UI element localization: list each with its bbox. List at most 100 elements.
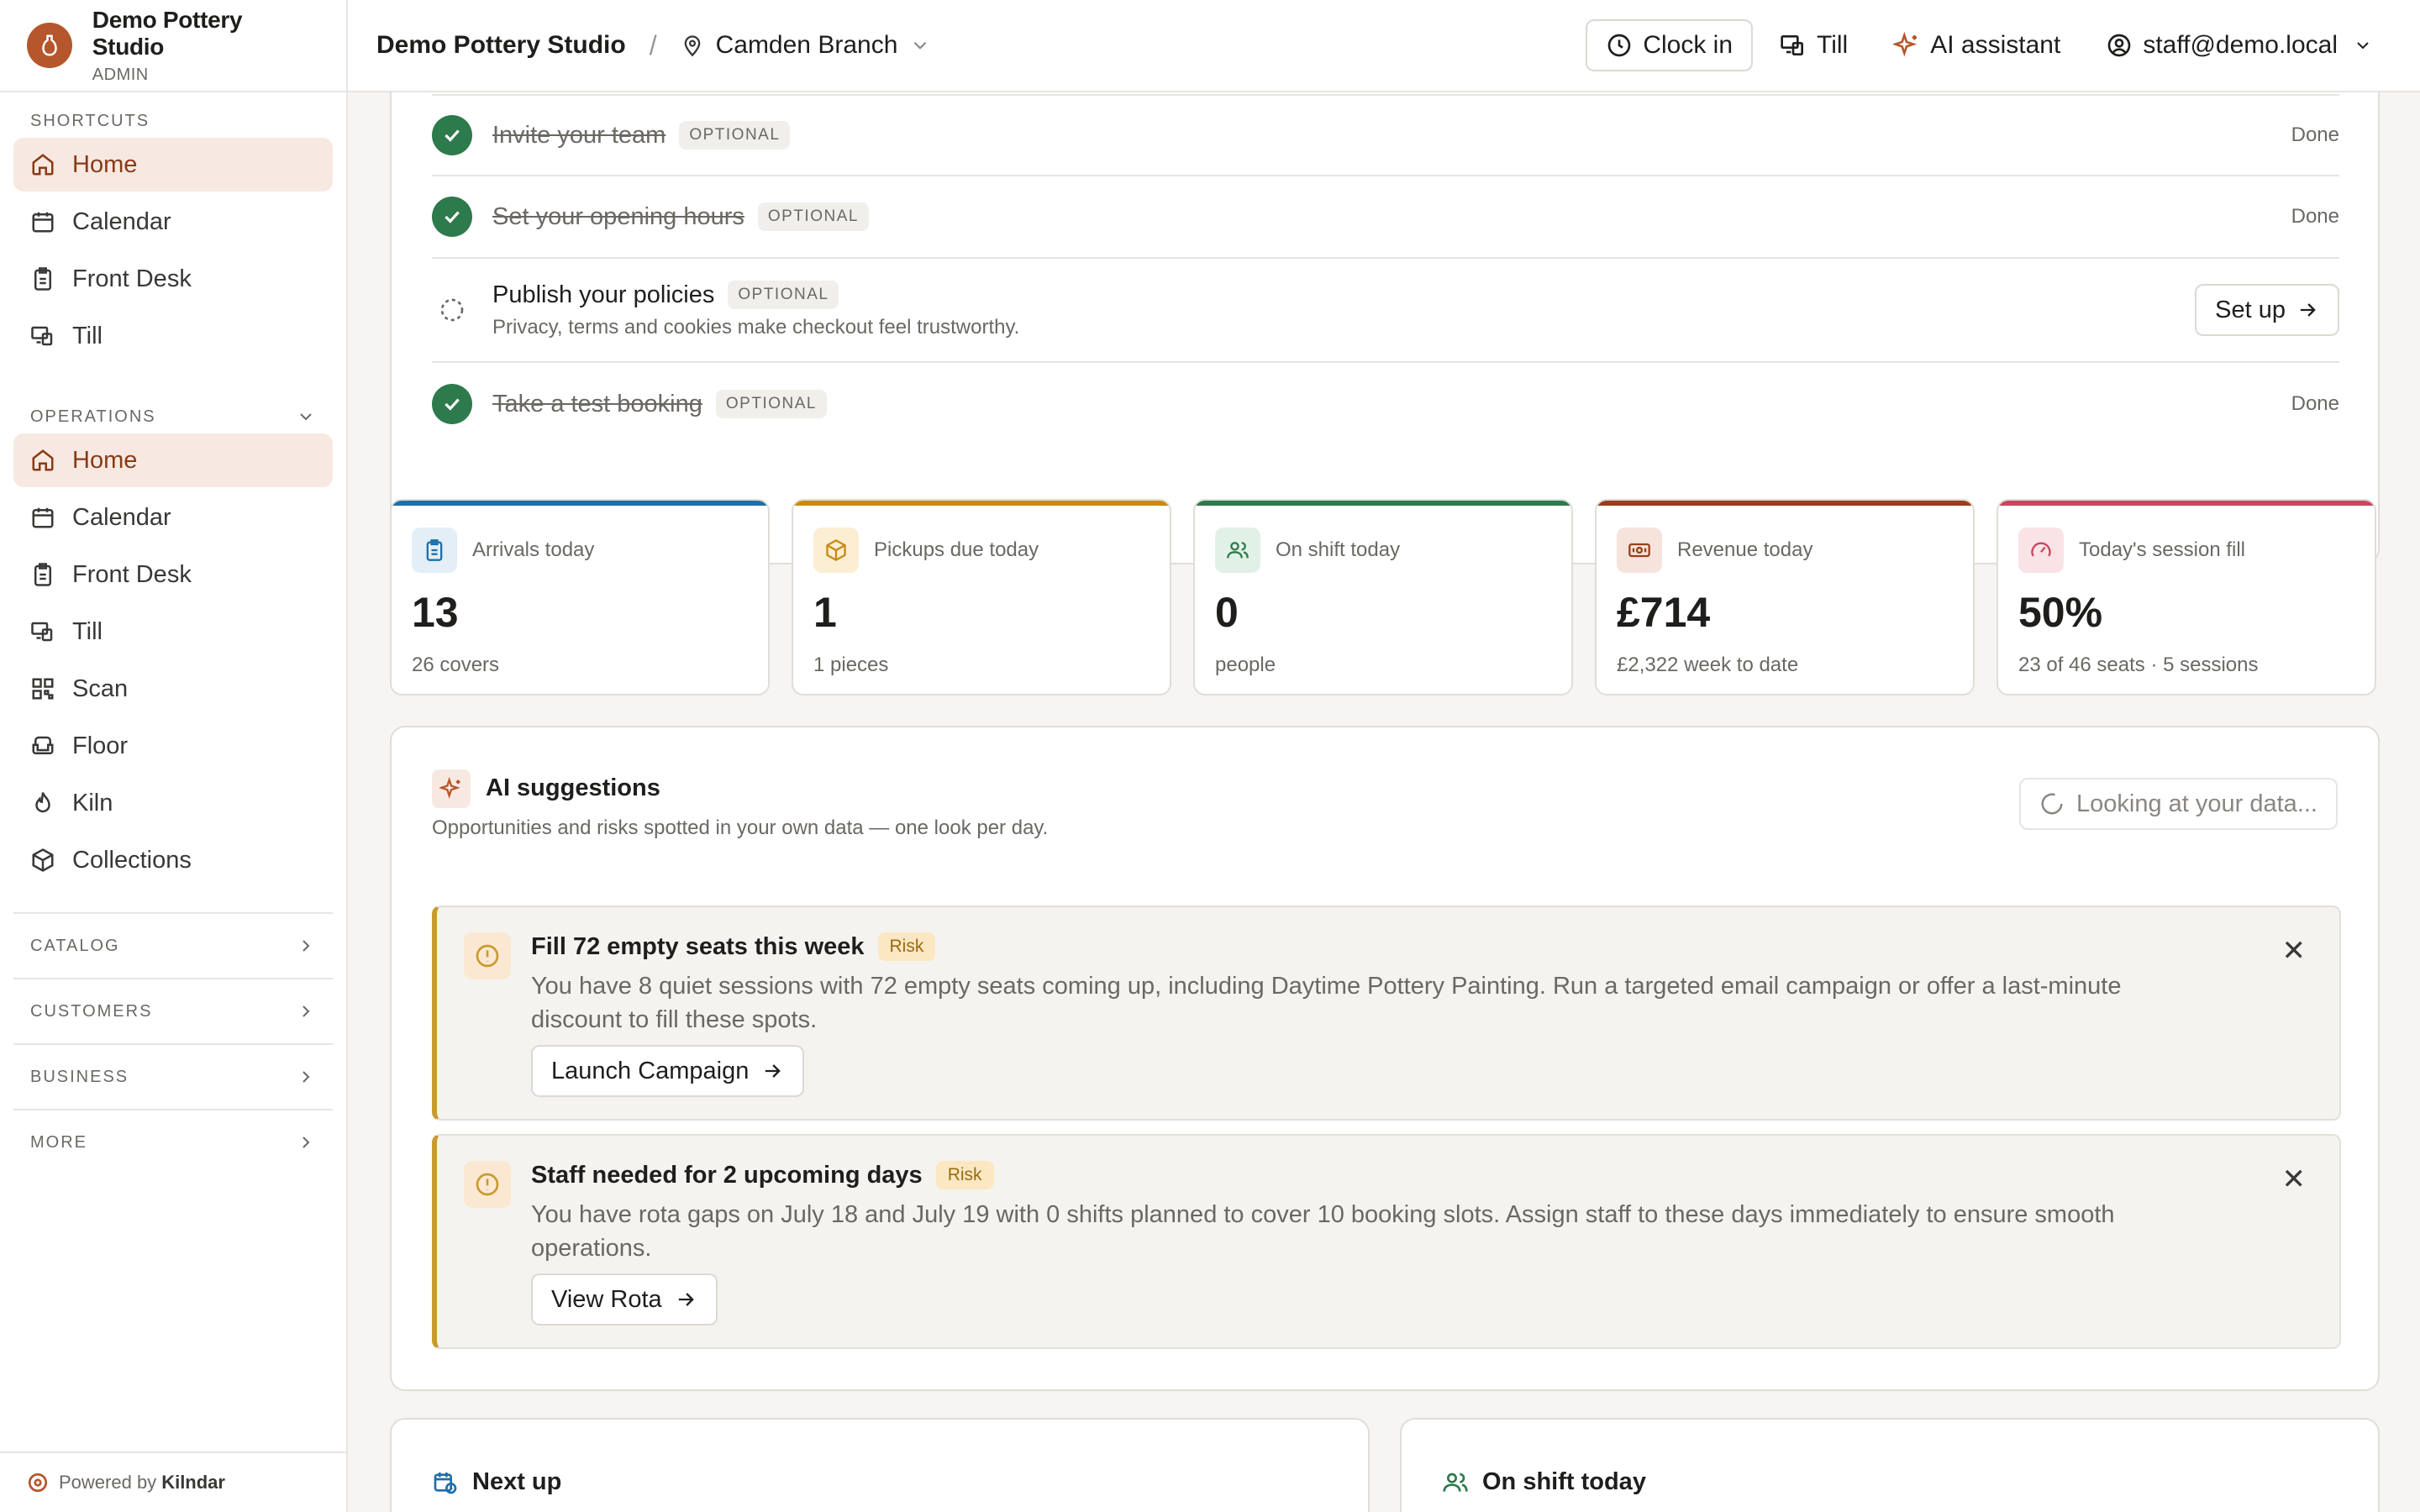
stat-accent-bar (392, 501, 768, 506)
suggestion-body: You have 8 quiet sessions with 72 empty … (531, 973, 2122, 1033)
till-icon (1781, 35, 1804, 55)
sidebar-group-business[interactable]: BUSINESS (13, 1043, 333, 1109)
sidebar-item-shortcut-till[interactable]: Till (13, 309, 333, 363)
sidebar-item-shortcut-front-desk[interactable]: Front Desk (13, 252, 333, 306)
sidebar-item-collections[interactable]: Collections (13, 833, 333, 887)
status-text: Done (2291, 205, 2339, 228)
stat-card-pickups[interactable]: Pickups due today 1 1 pieces (792, 499, 1171, 696)
dismiss-close-icon[interactable]: ✕ (2282, 1163, 2307, 1196)
on-shift-title: On shift today (1482, 1468, 1646, 1495)
sidebar-item-scan[interactable]: Scan (13, 662, 333, 716)
sparkles-icon (1893, 32, 1918, 57)
sidebar-item-kiln[interactable]: Kiln (13, 776, 333, 830)
sidebar-group-customers[interactable]: CUSTOMERS (13, 978, 333, 1043)
setup-checklist: Invite your team OPTIONAL Done Set your … (390, 92, 2380, 564)
branch-selector[interactable]: Camden Branch (681, 31, 932, 60)
till-button[interactable]: Till (1761, 19, 1866, 71)
powered-brand: Kilndar (161, 1472, 225, 1493)
topbar: Demo Pottery Studio / Camden Branch Cloc… (348, 0, 2420, 92)
checklist-row-invite-team[interactable]: Invite your team OPTIONAL Done (432, 94, 2339, 176)
powered-by[interactable]: Powered by Kilndar (0, 1452, 346, 1512)
set-up-button[interactable]: Set up (2195, 284, 2339, 336)
vase-logo-icon (27, 23, 72, 68)
operations-heading[interactable]: OPERATIONS (0, 400, 346, 433)
dismiss-close-icon[interactable]: ✕ (2282, 934, 2307, 968)
shortcuts-heading: SHORTCUTS (30, 111, 150, 130)
risk-badge: Risk (935, 1161, 994, 1189)
checklist-row-policies: Publish your policies OPTIONAL Privacy, t… (432, 259, 2339, 363)
stat-sub: 23 of 46 seats · 5 sessions (2018, 654, 2259, 676)
stat-sub: 26 covers (412, 654, 500, 676)
next-up-title: Next up (472, 1468, 562, 1495)
stat-value: £714 (1617, 589, 1711, 636)
alert-circle-icon (464, 932, 511, 979)
stat-value: 1 (813, 589, 837, 636)
pending-circle-icon (432, 290, 472, 330)
chevron-right-icon (302, 1071, 310, 1083)
optional-tag: OPTIONAL (757, 202, 869, 231)
chevron-down-icon (2357, 42, 2369, 50)
stat-accent-bar (1597, 501, 1973, 506)
breadcrumb-separator: / (649, 29, 657, 60)
status-text: Done (2291, 392, 2339, 415)
armchair-icon (32, 736, 54, 754)
gauge-icon (2018, 528, 2064, 573)
sidebar: Demo Pottery Studio ADMIN SHORTCUTS Home… (0, 0, 348, 1512)
users-icon (1443, 1473, 1468, 1492)
optional-tag: OPTIONAL (728, 281, 839, 309)
checklist-row-opening-hours[interactable]: Set your opening hours OPTIONAL Done (432, 176, 2339, 259)
status-text: Done (2291, 123, 2339, 146)
stat-accent-bar (1998, 501, 2375, 506)
chevron-right-icon (302, 1005, 310, 1017)
ai-suggestions-title: AI suggestions (486, 774, 660, 801)
sidebar-item-floor[interactable]: Floor (13, 719, 333, 773)
stat-card-revenue[interactable]: Revenue today £714 £2,322 week to date (1595, 499, 1975, 696)
sidebar-item-home[interactable]: Home (13, 433, 333, 487)
sidebar-group-more[interactable]: MORE (13, 1109, 333, 1174)
home-icon (32, 154, 54, 176)
home-icon (32, 449, 54, 471)
view-rota-button[interactable]: View Rota (531, 1273, 718, 1326)
risk-badge: Risk (877, 932, 936, 961)
sidebar-item-shortcut-calendar[interactable]: Calendar (13, 195, 333, 249)
sidebar-group-catalog[interactable]: CATALOG (13, 912, 333, 978)
stat-accent-bar (793, 501, 1170, 506)
clock-in-button[interactable]: Clock in (1586, 19, 1754, 71)
sidebar-item-till[interactable]: Till (13, 605, 333, 659)
main-content: Invite your team OPTIONAL Done Set your … (348, 92, 2420, 1512)
banknote-icon (1617, 528, 1662, 573)
user-menu[interactable]: staff@demo.local (2087, 19, 2391, 71)
stat-card-arrivals[interactable]: Arrivals today 13 26 covers (390, 499, 770, 696)
sidebar-item-front-desk[interactable]: Front Desk (13, 548, 333, 601)
stat-accent-bar (1195, 501, 1571, 506)
sidebar-item-shortcut-home[interactable]: Home (13, 138, 333, 192)
ai-loading-button[interactable]: Looking at your data... (2019, 778, 2338, 830)
kilndar-logo-icon (28, 1473, 48, 1493)
stat-sub: £2,322 week to date (1617, 654, 1799, 676)
suggestion-title: Staff needed for 2 upcoming days (531, 1161, 923, 1189)
chevron-right-icon (302, 940, 310, 952)
sidebar-item-calendar[interactable]: Calendar (13, 491, 333, 544)
check-icon (432, 197, 472, 237)
stat-value: 50% (2018, 589, 2103, 636)
till-icon (31, 622, 53, 642)
suggestion-card-staff-needed: Staff needed for 2 upcoming days Risk You… (432, 1134, 2341, 1349)
on-shift-card: On shift today (1400, 1418, 2380, 1512)
studio-name: Demo Pottery Studio (92, 6, 243, 60)
checklist-row-subtitle: Privacy, terms and cookies make checkout… (492, 316, 1020, 339)
stat-card-on-shift[interactable]: On shift today 0 people (1193, 499, 1573, 696)
optional-tag: OPTIONAL (715, 390, 827, 418)
launch-campaign-button[interactable]: Launch Campaign (531, 1045, 805, 1097)
stat-card-session-fill[interactable]: Today's session fill 50% 23 of 46 seats … (1996, 499, 2376, 696)
chevron-down-icon (300, 413, 312, 421)
spinner-icon (2041, 793, 2063, 815)
checklist-row-test-booking[interactable]: Take a test booking OPTIONAL Done (432, 363, 2339, 445)
ai-assistant-button[interactable]: AI assistant (1875, 19, 2079, 71)
qr-icon (32, 678, 54, 700)
brand-header[interactable]: Demo Pottery Studio ADMIN (0, 0, 346, 92)
breadcrumb-studio[interactable]: Demo Pottery Studio (376, 31, 626, 60)
calendar-icon (32, 507, 54, 528)
user-circle-icon (2107, 34, 2131, 57)
calendar-icon (32, 212, 54, 233)
suggestion-body: You have rota gaps on July 18 and July 1… (531, 1201, 2115, 1262)
